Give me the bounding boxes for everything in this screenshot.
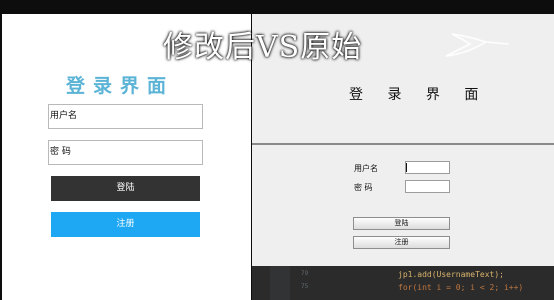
left-arrow-icon [72,33,115,57]
right-arrow-icon [445,33,488,57]
comparison-title: 修改后VS原始 [163,30,363,65]
